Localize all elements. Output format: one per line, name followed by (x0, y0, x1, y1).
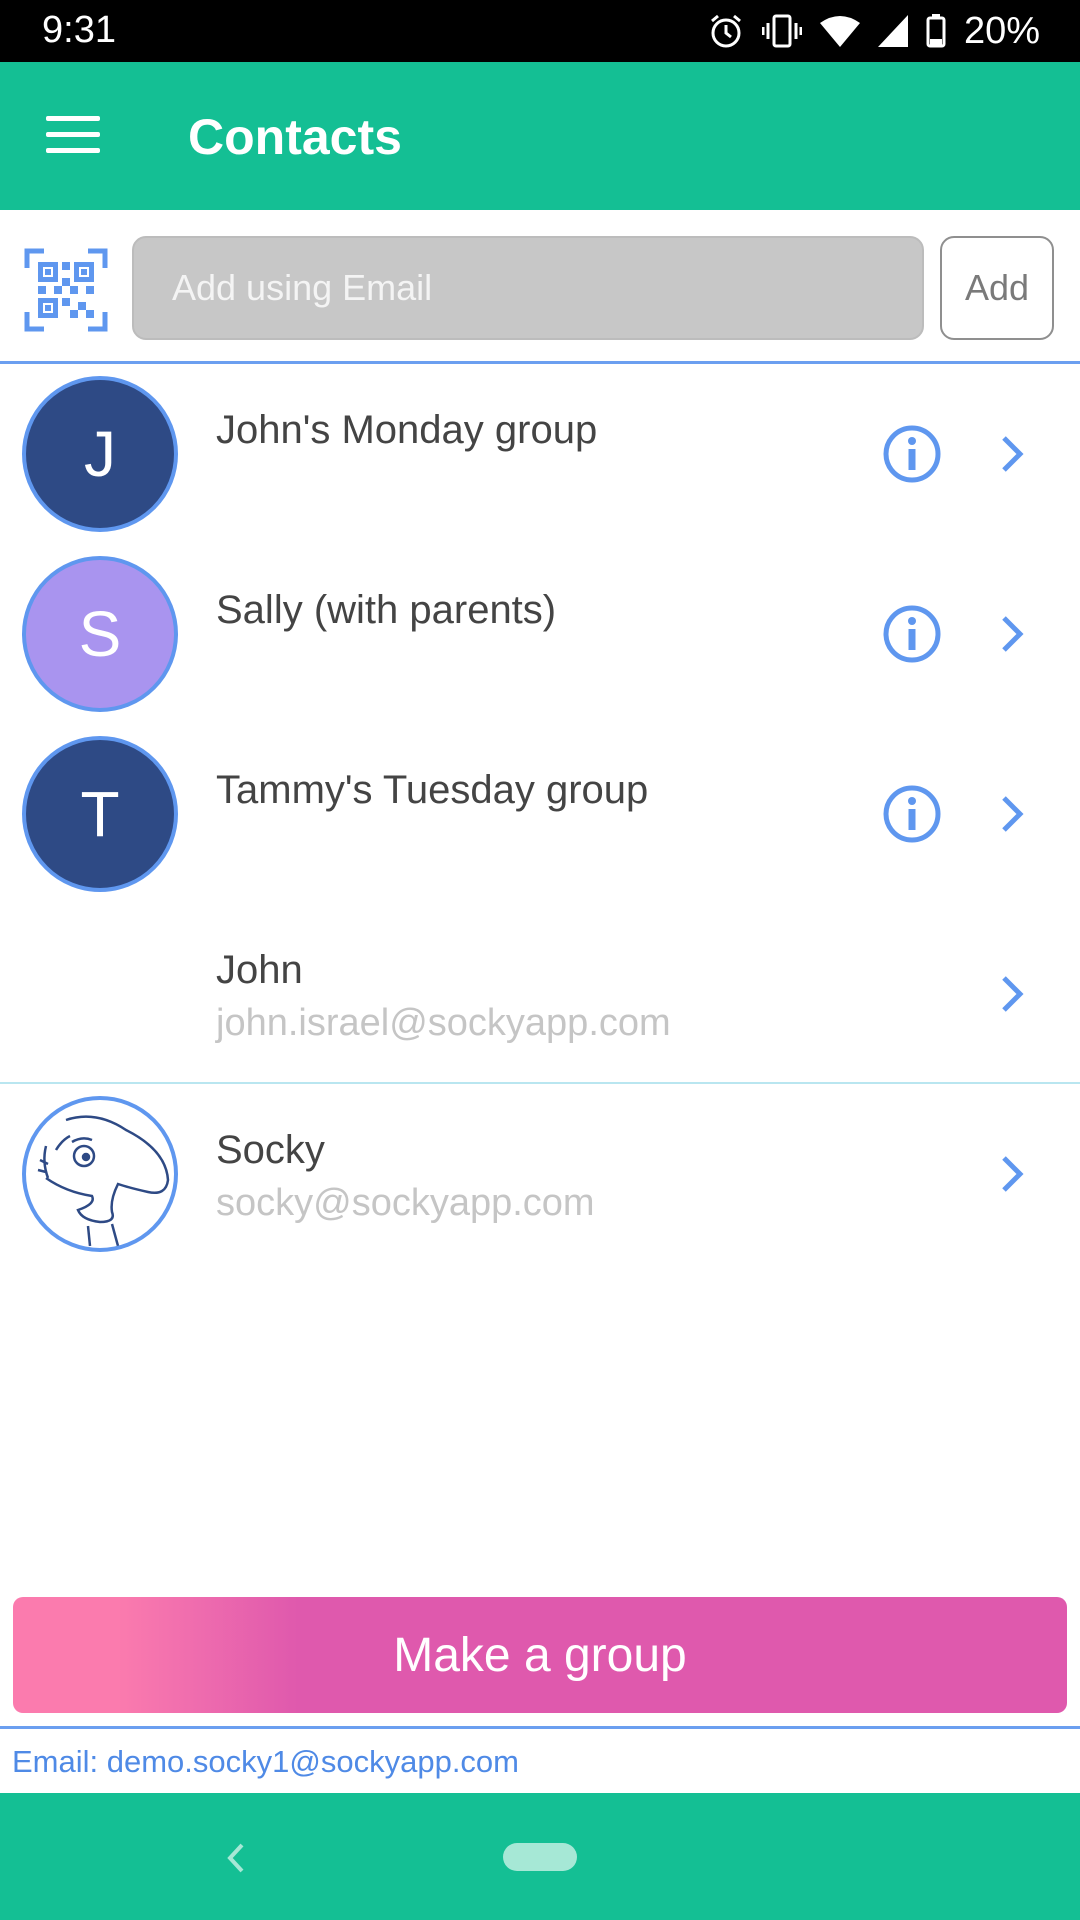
contact-name: John (216, 948, 303, 992)
cell-signal-icon (877, 15, 908, 47)
divider (0, 1726, 1080, 1729)
contact-name: Socky (216, 1128, 325, 1172)
socky-mascot-icon (37, 1115, 170, 1247)
chevron-right-icon[interactable] (994, 792, 1030, 836)
alarm-icon (710, 14, 741, 48)
list-item[interactable]: S Sally (with parents) (0, 544, 1080, 724)
list-item[interactable]: T Tammy's Tuesday group (0, 724, 1080, 904)
status-icons: 20% (708, 10, 1040, 52)
app-bar: Contacts (0, 62, 1080, 210)
avatar: S (22, 556, 178, 712)
status-time: 9:31 (42, 9, 116, 51)
contact-email: socky@sockyapp.com (216, 1182, 595, 1224)
home-pill[interactable] (503, 1843, 577, 1871)
account-email: Email: demo.socky1@sockyapp.com (12, 1744, 519, 1779)
chevron-right-icon[interactable] (994, 612, 1030, 656)
list-item[interactable]: John john.israel@sockyapp.com (0, 904, 1080, 1084)
add-contact-bar: Add (0, 210, 1080, 362)
add-button[interactable]: Add (940, 236, 1054, 340)
contact-name: John's Monday group (216, 408, 598, 452)
battery-percent: 20% (963, 9, 1040, 52)
avatar: J (22, 376, 178, 532)
email-input[interactable] (132, 236, 924, 340)
info-icon[interactable] (882, 424, 942, 484)
chevron-right-icon[interactable] (994, 1152, 1030, 1196)
contact-name: Tammy's Tuesday group (216, 768, 649, 812)
contact-name: Sally (with parents) (216, 588, 557, 632)
status-bar: 9:31 20% (0, 0, 1080, 62)
back-icon[interactable] (214, 1833, 254, 1883)
page-title: Contacts (188, 109, 402, 165)
info-icon[interactable] (882, 784, 942, 844)
qr-code-icon[interactable] (24, 248, 108, 332)
contact-list: J John's Monday group S Sally (with pare… (0, 364, 1080, 1264)
avatar: T (22, 736, 178, 892)
list-item[interactable]: Socky socky@sockyapp.com (0, 1084, 1080, 1264)
chevron-right-icon[interactable] (994, 432, 1030, 476)
avatar (22, 1096, 178, 1252)
battery-icon (926, 14, 946, 48)
wifi-icon (819, 16, 860, 47)
info-icon[interactable] (882, 604, 942, 664)
navigation-bar (0, 1793, 1080, 1920)
hamburger-menu-icon[interactable] (46, 116, 100, 156)
contact-email: john.israel@sockyapp.com (216, 1002, 671, 1044)
list-item[interactable]: J John's Monday group (0, 364, 1080, 544)
vibrate-icon (761, 14, 802, 48)
make-group-button[interactable]: Make a group (13, 1597, 1067, 1713)
chevron-right-icon[interactable] (994, 972, 1030, 1016)
